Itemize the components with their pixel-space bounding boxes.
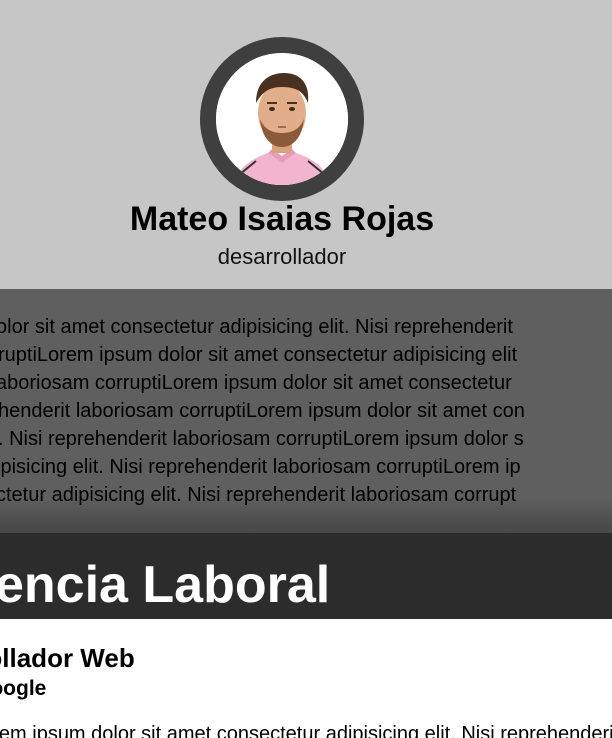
profile-role: desarrollador bbox=[217, 244, 347, 269]
about-line: aboriosam corruptiLorem ipsum dolor sit … bbox=[0, 372, 512, 394]
profile-photo-icon bbox=[216, 53, 348, 185]
profile-name: Mateo Isaias Rojas bbox=[129, 200, 435, 238]
job-title: Desarrollador Web bbox=[0, 643, 135, 673]
about-section: olor sit amet consectetur adipisicing el… bbox=[0, 289, 612, 533]
job-description: Lorem ipsum dolor sit amet consectetur a… bbox=[0, 723, 612, 738]
job-entry: Desarrollador Web Google Lorem ipsum dol… bbox=[0, 619, 612, 738]
about-line: . Nisi reprehenderit laboriosam corrupti… bbox=[0, 428, 524, 450]
about-line: olor sit amet consectetur adipisicing el… bbox=[0, 316, 513, 338]
section-title: Experiencia Laboral bbox=[0, 556, 331, 614]
job-company: Google bbox=[0, 677, 47, 700]
about-line: ctetur adipisicing elit. Nisi reprehende… bbox=[0, 484, 517, 506]
about-line: henderit laboriosam corruptiLorem ipsum … bbox=[0, 400, 525, 422]
profile-header: Mateo Isaias Rojas desarrollador bbox=[0, 0, 612, 289]
about-line: ipisicing elit. Nisi reprehenderit labor… bbox=[0, 456, 521, 478]
avatar-ring bbox=[200, 37, 364, 201]
avatar bbox=[216, 53, 348, 185]
experience-section-header: Experiencia Laboral bbox=[0, 533, 612, 619]
about-line: ruptiLorem ipsum dolor sit amet consecte… bbox=[0, 344, 518, 366]
